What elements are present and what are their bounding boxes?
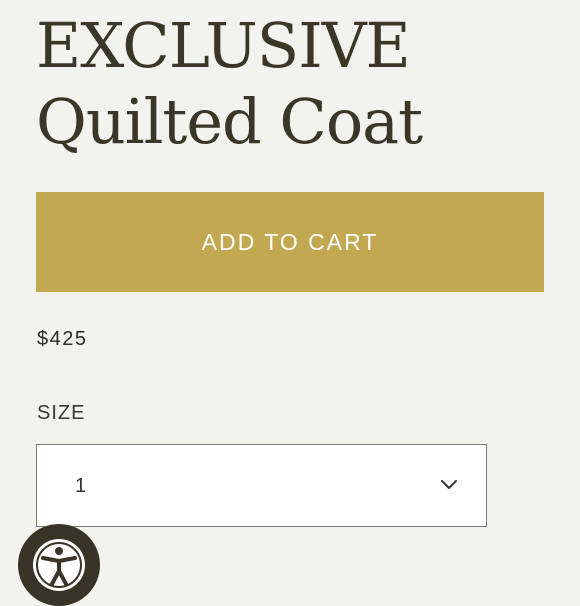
accessibility-button[interactable] bbox=[18, 524, 100, 606]
chevron-down-icon bbox=[441, 480, 457, 489]
size-label: SIZE bbox=[37, 402, 86, 424]
product-title-line-2: Quilted Coat bbox=[36, 85, 423, 158]
size-selected-value: 1 bbox=[75, 475, 87, 497]
accessibility-icon bbox=[33, 539, 85, 591]
add-to-cart-button[interactable]: ADD TO CART bbox=[36, 192, 544, 292]
product-title-line-1: EXCLUSIVE bbox=[36, 9, 411, 82]
size-select[interactable]: 1 bbox=[36, 444, 487, 527]
product-price: $425 bbox=[37, 328, 88, 350]
product-title: EXCLUSIVE Quilted Coat bbox=[36, 8, 423, 160]
